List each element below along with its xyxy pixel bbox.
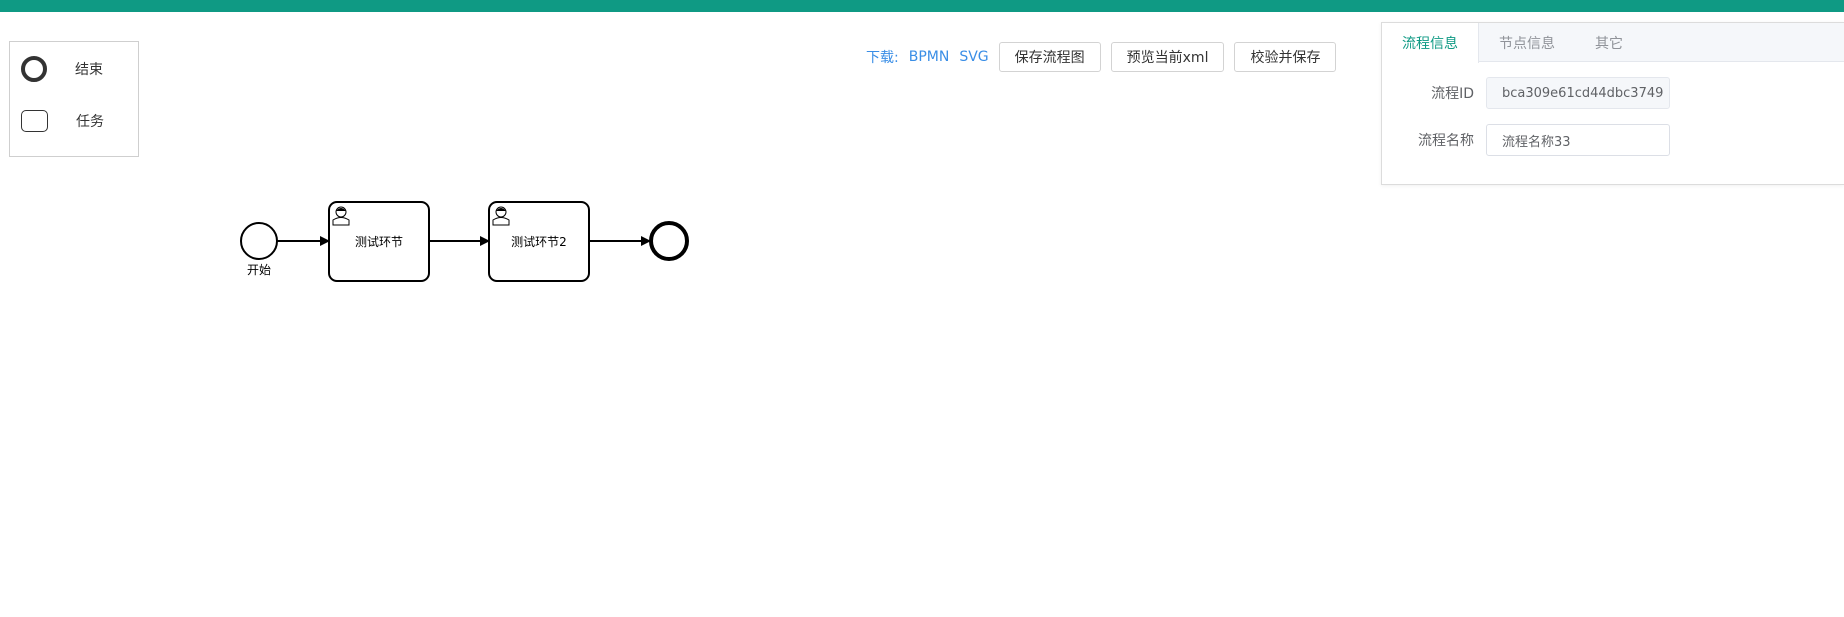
process-name-label: 流程名称	[1418, 133, 1474, 149]
end-event[interactable]	[649, 221, 689, 261]
process-id-field[interactable]: bca309e61cd44dbc3749	[1486, 77, 1670, 109]
start-event[interactable]	[240, 222, 278, 260]
process-name-field[interactable]: 流程名称33	[1486, 124, 1670, 156]
process-name-row: 流程名称 流程名称33	[1382, 124, 1670, 156]
panel-tabs: 流程信息 节点信息 其它	[1382, 23, 1844, 63]
top-accent-bar	[0, 0, 1844, 12]
tab-node-info[interactable]: 节点信息	[1479, 23, 1575, 62]
start-event-label: 开始	[247, 263, 271, 277]
tab-other[interactable]: 其它	[1575, 23, 1643, 62]
process-id-row: 流程ID bca309e61cd44dbc3749	[1382, 77, 1670, 109]
user-task-1-label: 测试环节	[355, 234, 403, 249]
properties-panel: 流程信息 节点信息 其它 流程ID bca309e61cd44dbc3749 流…	[1381, 22, 1844, 185]
user-task-2-label: 测试环节2	[511, 234, 567, 249]
process-id-label: 流程ID	[1431, 86, 1474, 102]
tab-process-info[interactable]: 流程信息	[1382, 23, 1479, 63]
diagram-canvas[interactable]: 开始 测试环节 测试环节2	[0, 12, 1380, 617]
